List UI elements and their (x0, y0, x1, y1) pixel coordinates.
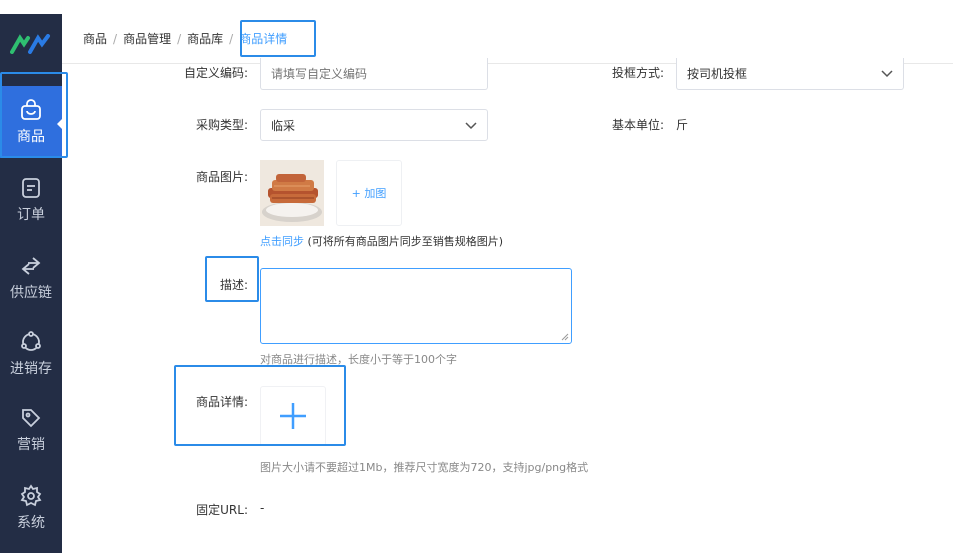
purchase-type-select[interactable]: 临采 (260, 109, 488, 141)
sync-note: (可将所有商品图片同步至销售规格图片) (307, 235, 504, 248)
sidebar-item-inventory[interactable]: 进销存 (0, 318, 62, 390)
product-image-label: 商品图片: (195, 170, 248, 184)
resize-handle-icon[interactable] (561, 333, 569, 341)
inventory-cycle-icon (21, 331, 41, 351)
frame-method-select[interactable]: 按司机投框 (676, 58, 904, 90)
custom-code-input[interactable] (260, 58, 488, 90)
sidebar-item-label: 系统 (17, 515, 45, 531)
detail-upload-button[interactable] (260, 386, 326, 446)
base-unit-label: 基本单位: (611, 118, 664, 132)
sidebar-item-label: 进销存 (10, 361, 52, 377)
chevron-down-icon (465, 122, 477, 130)
sidebar-item-orders[interactable]: 订单 (0, 164, 62, 236)
purchase-type-value: 临采 (271, 118, 296, 133)
custom-code-label: 自定义编码: (183, 66, 248, 80)
food-photo (260, 160, 324, 226)
add-image-button[interactable]: + 加图 (336, 160, 402, 226)
breadcrumb-separator: / (229, 31, 234, 46)
description-label: 描述: (219, 278, 248, 292)
plus-icon (280, 403, 306, 429)
breadcrumb-item[interactable]: 商品库 (187, 30, 223, 47)
frame-method-label: 投框方式: (611, 66, 664, 80)
purchase-type-label: 采购类型: (195, 118, 248, 132)
product-detail-label: 商品详情: (195, 395, 248, 409)
description-hint: 对商品进行描述，长度小于等于100个字 (260, 353, 457, 366)
app-logo[interactable] (10, 34, 52, 54)
sidebar-item-marketing[interactable]: 营销 (0, 394, 62, 466)
sidebar-item-label: 商品 (17, 129, 45, 145)
sync-line: 点击同步 (可将所有商品图片同步至销售规格图片) (260, 233, 503, 249)
breadcrumb-item[interactable]: 商品 (83, 30, 107, 47)
sidebar-item-system[interactable]: 系统 (0, 472, 62, 544)
breadcrumb-item[interactable]: 商品管理 (123, 30, 171, 47)
shopping-bag-icon (21, 99, 41, 120)
sync-link[interactable]: 点击同步 (260, 235, 304, 248)
sidebar-item-supply-chain[interactable]: 供应链 (0, 242, 62, 314)
sidebar-item-label: 供应链 (10, 285, 52, 301)
add-image-label: + 加图 (351, 187, 387, 200)
fixed-url-label: 固定URL: (196, 503, 248, 517)
description-textarea[interactable] (260, 268, 572, 344)
detail-hint: 图片大小请不要超过1Mb，推荐尺寸宽度为720，支持jpg/png格式 (260, 461, 589, 474)
breadcrumb-separator: / (177, 31, 182, 46)
product-thumbnail[interactable] (260, 160, 324, 226)
chevron-down-icon (881, 70, 893, 78)
frame-method-value: 按司机投框 (687, 67, 748, 81)
breadcrumb: 商品 / 商品管理 / 商品库 / 商品详情 (83, 30, 287, 47)
order-doc-icon (22, 178, 40, 198)
breadcrumb-current: 商品详情 (239, 32, 288, 46)
gear-icon (20, 484, 42, 507)
sidebar-item-label: 订单 (17, 207, 45, 223)
exchange-arrows-icon (21, 257, 41, 275)
sidebar: 商品 订单 供应链 进销存 营销 系统 (0, 14, 63, 553)
tag-icon (22, 409, 41, 428)
sidebar-item-label: 营销 (17, 437, 45, 453)
breadcrumb-separator: / (113, 31, 118, 46)
fixed-url-value: - (260, 501, 265, 515)
base-unit-value: 斤 (676, 118, 689, 132)
sidebar-item-products[interactable]: 商品 (0, 86, 63, 158)
